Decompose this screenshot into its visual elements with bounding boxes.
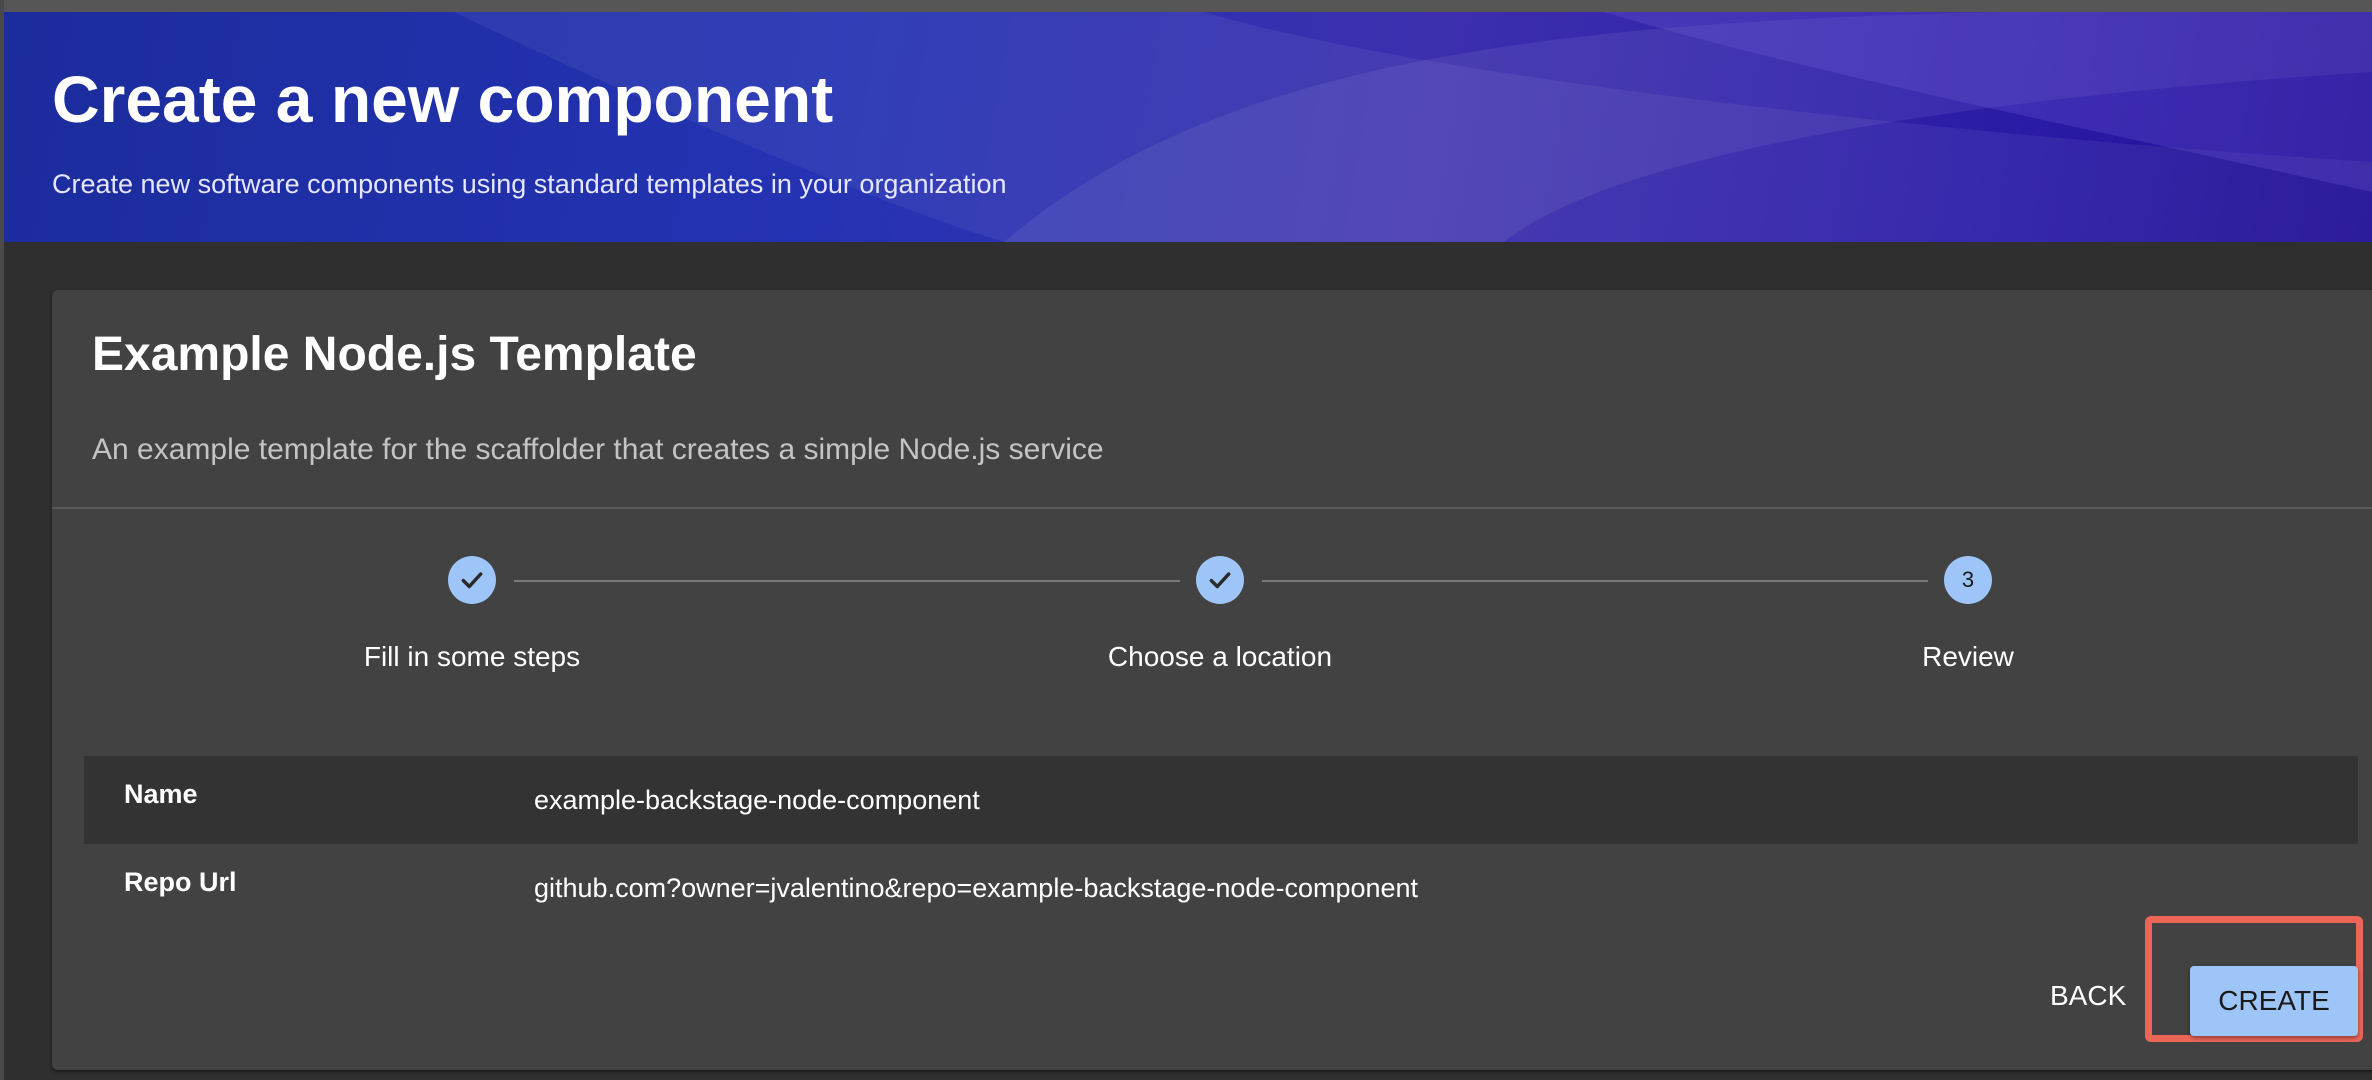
step-label-location: Choose a location	[1107, 641, 1333, 672]
stepper-connector	[1262, 580, 1928, 582]
review-row-repo-url: Repo Url github.com?owner=jvalentino&rep…	[84, 844, 2358, 932]
card-divider	[52, 507, 2372, 509]
check-icon	[461, 572, 483, 589]
step-label-fill-in: Fill in some steps	[363, 641, 581, 672]
page-subtitle: Create new software components using sta…	[52, 169, 1007, 199]
review-key: Name	[124, 779, 198, 809]
check-icon	[1209, 572, 1231, 589]
review-value: example-backstage-node-component	[534, 785, 980, 815]
template-description: An example template for the scaffolder t…	[92, 433, 1104, 466]
stepper-connector	[514, 580, 1180, 582]
template-card: Example Node.js Template An example temp…	[52, 290, 2372, 1070]
create-button[interactable]: CREATE	[2190, 966, 2358, 1036]
review-value: github.com?owner=jvalentino&repo=example…	[534, 873, 1419, 903]
back-button[interactable]: BACK	[2042, 974, 2134, 1018]
template-title: Example Node.js Template	[92, 328, 697, 381]
step-1-completed[interactable]	[448, 556, 496, 604]
step-3-active[interactable]: 3	[1944, 556, 1992, 604]
review-key: Repo Url	[124, 867, 237, 897]
review-row-name: Name example-backstage-node-component	[84, 756, 2358, 844]
page-header: Create a new component Create new softwa…	[4, 12, 2372, 242]
window-top-bar	[0, 0, 2372, 12]
step-number: 3	[1961, 567, 1975, 592]
step-label-review: Review	[1922, 641, 2014, 672]
page-title: Create a new component	[52, 62, 834, 136]
step-2-completed[interactable]	[1196, 556, 1244, 604]
